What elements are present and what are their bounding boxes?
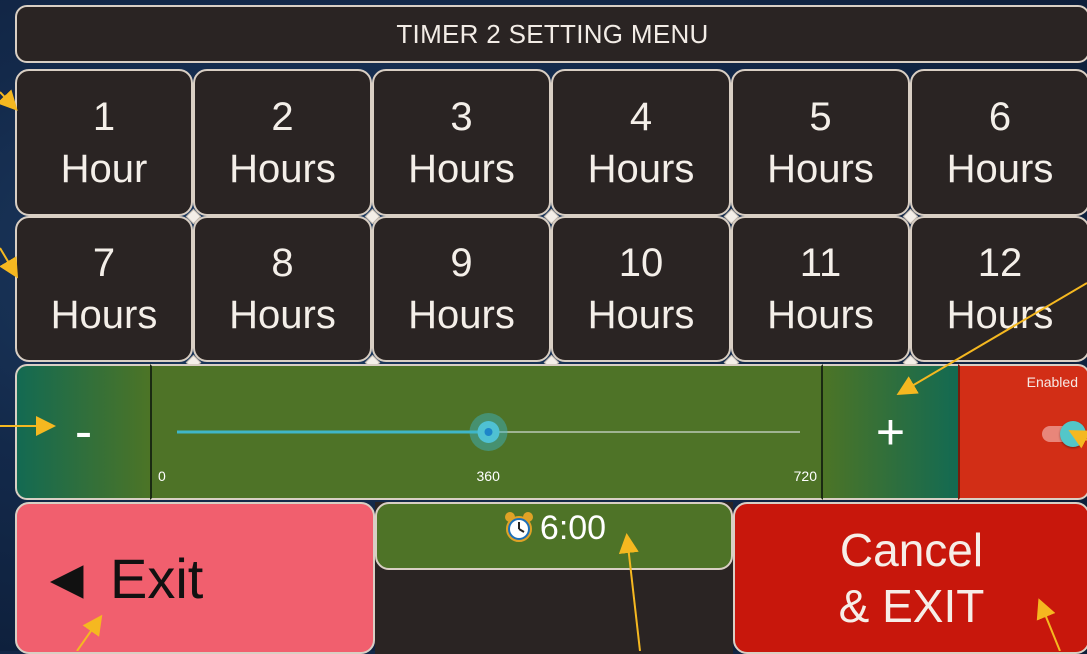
annotation-arrow (1036, 598, 1061, 651)
annotation-arrow (76, 614, 103, 651)
annotation-arrow (0, 247, 19, 279)
annotation-arrow (896, 282, 1087, 396)
annotation-arrow (1068, 430, 1087, 449)
annotation-overlay (0, 89, 1087, 651)
annotation-arrow (618, 533, 641, 651)
annotation-arrow (0, 89, 18, 111)
